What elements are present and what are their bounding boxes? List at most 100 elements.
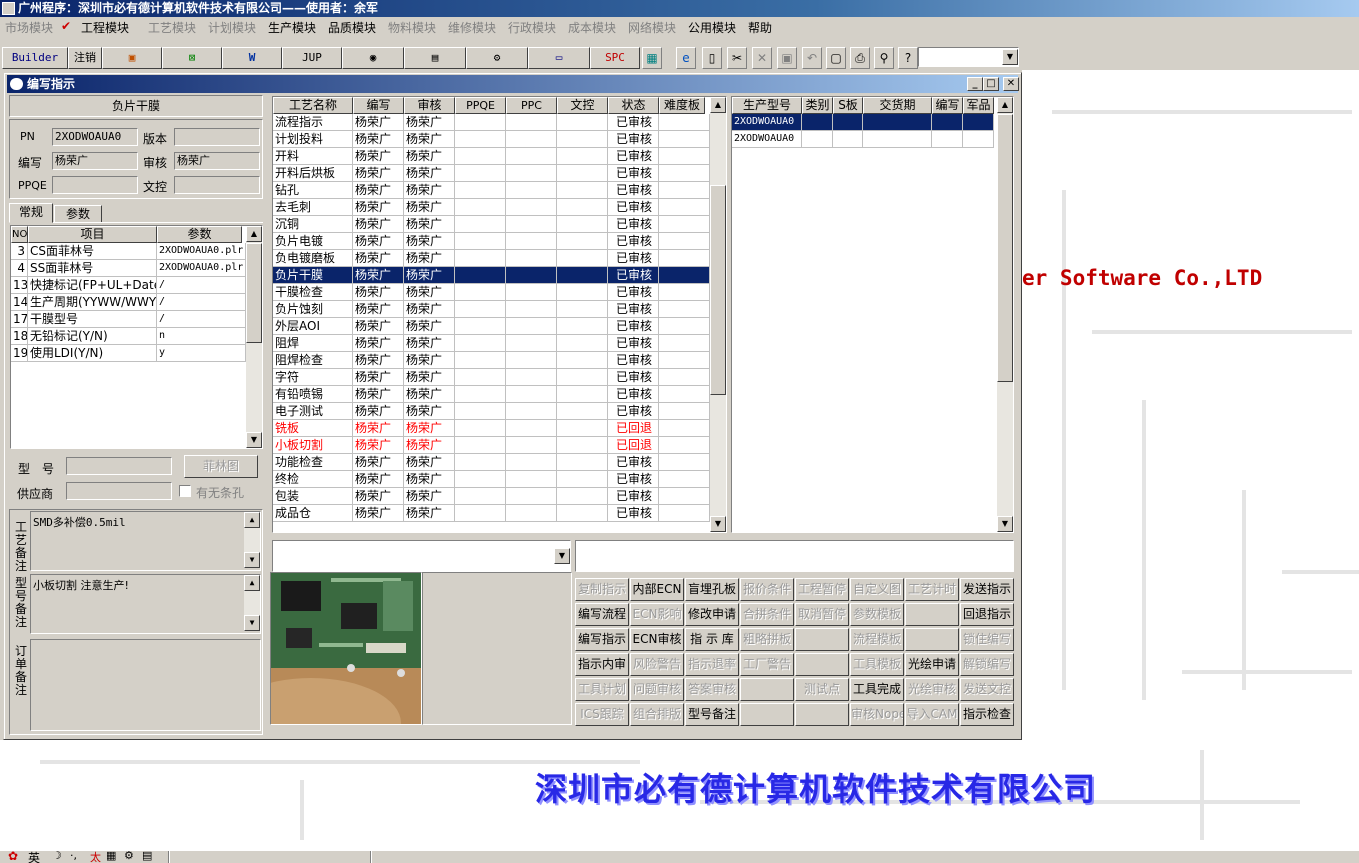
action-button[interactable]: 审核Nope — [850, 703, 904, 726]
scroll-up-icon[interactable]: ▲ — [246, 226, 262, 242]
slot-checkbox[interactable] — [179, 485, 191, 497]
process-note-scrollbar[interactable]: ▲ ▼ — [244, 512, 260, 568]
action-button[interactable]: 复制指示 — [575, 578, 629, 601]
table-row[interactable]: 13 快捷标记(FP+UL+DateC / — [11, 277, 246, 294]
menu-plan[interactable]: 计划模块 — [208, 19, 256, 36]
action-button[interactable] — [795, 703, 849, 726]
author-field[interactable]: 杨荣广 — [52, 152, 138, 170]
action-button[interactable]: 指 示 库 — [685, 628, 739, 651]
new-file-icon[interactable]: ▯ — [702, 47, 722, 69]
menu-common[interactable]: 公用模块 — [688, 19, 736, 36]
table-row[interactable]: 成品仓 杨荣广 杨荣广 已审核 — [273, 505, 710, 522]
model-header-category[interactable]: 类别 — [802, 97, 833, 114]
action-button[interactable]: 修改申请 — [685, 603, 739, 626]
excel-icon[interactable]: ⊠ — [162, 47, 222, 69]
table-row[interactable]: 3 CS面菲林号 2XODWOAUA0.plr — [11, 243, 246, 260]
action-button[interactable]: 指示退率 — [685, 653, 739, 676]
table-row[interactable]: 电子测试 杨荣广 杨荣广 已审核 — [273, 403, 710, 420]
action-button[interactable]: 工具模板 — [850, 653, 904, 676]
menu-repair[interactable]: 维修模块 — [448, 19, 496, 36]
params-header-value[interactable]: 参数 — [157, 226, 242, 243]
menu-cost[interactable]: 成本模块 — [568, 19, 616, 36]
logout-button[interactable]: 注销 — [68, 47, 102, 69]
action-button[interactable]: 工厂警告 — [740, 653, 794, 676]
table-row[interactable]: 字符 杨荣广 杨荣广 已审核 — [273, 369, 710, 386]
reviewer-field[interactable]: 杨荣广 — [174, 152, 260, 170]
table-row[interactable]: 开料 杨荣广 杨荣广 已审核 — [273, 148, 710, 165]
action-button[interactable] — [795, 628, 849, 651]
action-button[interactable]: 型号备注 — [685, 703, 739, 726]
action-button[interactable]: 光绘审核 — [905, 678, 959, 701]
process-detail-combo[interactable]: ▼ — [272, 540, 571, 572]
action-button[interactable]: 编写指示 — [575, 628, 629, 651]
word-icon[interactable]: W — [222, 47, 282, 69]
table-row[interactable]: 负电镀磨板 杨荣广 杨荣广 已审核 — [273, 250, 710, 267]
ime-moon-icon[interactable]: ☽ — [52, 849, 62, 862]
menu-help[interactable]: 帮助 — [748, 19, 772, 36]
menu-network[interactable]: 网络模块 — [628, 19, 676, 36]
process-header-reviewer[interactable]: 审核 — [404, 97, 455, 114]
scroll-thumb[interactable] — [246, 243, 262, 343]
action-button[interactable]: 回退指示 — [960, 603, 1014, 626]
builder-button[interactable]: Builder — [2, 47, 68, 69]
preview-icon[interactable]: ▢ — [826, 47, 846, 69]
action-button[interactable]: 内部ECN — [630, 578, 684, 601]
ime-icon[interactable]: ✿ — [8, 849, 18, 863]
scroll-up-icon[interactable]: ▲ — [997, 97, 1013, 113]
action-button[interactable] — [795, 653, 849, 676]
table-row[interactable]: 18 无铅标记(Y/N) n — [11, 328, 246, 345]
table-row[interactable]: 有铅喷锡 杨荣广 杨荣广 已审核 — [273, 386, 710, 403]
model-header-military[interactable]: 军品 — [963, 97, 994, 114]
action-button[interactable]: 编写流程 — [575, 603, 629, 626]
ie-icon[interactable]: e — [676, 47, 696, 69]
process-header-doc[interactable]: 文控 — [557, 97, 608, 114]
action-button[interactable]: 指示内审 — [575, 653, 629, 676]
menu-engineering[interactable]: 工程模块 — [81, 19, 129, 36]
chevron-down-icon[interactable]: ▼ — [554, 548, 570, 564]
action-button[interactable]: 答案审核 — [685, 678, 739, 701]
params-header-item[interactable]: 项目 — [28, 226, 157, 243]
find-icon[interactable]: ⚲ — [874, 47, 894, 69]
keyboard-icon[interactable]: ▦ — [106, 849, 116, 862]
model-note-scrollbar[interactable]: ▲ ▼ — [244, 575, 260, 631]
table-row[interactable]: 14 生产周期(YYWW/WWYY) / — [11, 294, 246, 311]
action-button[interactable]: 流程模板 — [850, 628, 904, 651]
table-row[interactable]: 阻焊 杨荣广 杨荣广 已审核 — [273, 335, 710, 352]
process-header-name[interactable]: 工艺名称 — [273, 97, 353, 114]
help-icon[interactable]: ? — [898, 47, 918, 69]
action-button[interactable]: 问题审核 — [630, 678, 684, 701]
table-row[interactable]: 小板切割 杨荣广 杨荣广 已回退 — [273, 437, 710, 454]
table-row[interactable]: 包装 杨荣广 杨荣广 已审核 — [273, 488, 710, 505]
chevron-down-icon[interactable]: ▼ — [1002, 49, 1018, 65]
model-header-sboard[interactable]: S板 — [833, 97, 863, 114]
action-button[interactable]: 取消暂停 — [795, 603, 849, 626]
action-button[interactable]: ECN审核 — [630, 628, 684, 651]
action-button[interactable] — [740, 678, 794, 701]
process-header-status[interactable]: 状态 — [608, 97, 659, 114]
action-button[interactable]: 组合排版 — [630, 703, 684, 726]
table-row[interactable]: 计划投料 杨荣广 杨荣广 已审核 — [273, 131, 710, 148]
action-button[interactable]: 指示检查 — [960, 703, 1014, 726]
model-scrollbar[interactable]: ▲ ▼ — [997, 97, 1013, 532]
maximize-button[interactable]: □ — [983, 77, 999, 91]
order-note[interactable] — [30, 639, 261, 731]
scroll-up-icon[interactable]: ▲ — [244, 575, 260, 591]
model-field[interactable] — [66, 457, 172, 475]
ppqe-field[interactable] — [52, 176, 138, 194]
action-button[interactable]: 解锁编写 — [960, 653, 1014, 676]
action-button[interactable]: 工艺计时 — [905, 578, 959, 601]
action-button[interactable] — [905, 603, 959, 626]
action-button[interactable]: 工具完成 — [850, 678, 904, 701]
process-header-author[interactable]: 编写 — [353, 97, 404, 114]
eye-icon[interactable]: ◉ — [342, 47, 404, 69]
ime-help-icon[interactable]: ▤ — [142, 849, 152, 862]
process-header-difficulty[interactable]: 难度板 — [659, 97, 705, 114]
minimize-button[interactable]: _ — [967, 77, 983, 91]
doc-field[interactable] — [174, 176, 260, 194]
table-row[interactable]: 干膜检查 杨荣广 杨荣广 已审核 — [273, 284, 710, 301]
print-icon[interactable]: ⎙ — [850, 47, 870, 69]
process-header-ppqe[interactable]: PPQE — [455, 97, 506, 114]
network-icon[interactable]: ⚙ — [466, 47, 528, 69]
table-row[interactable]: 沉铜 杨荣广 杨荣广 已审核 — [273, 216, 710, 233]
scroll-down-icon[interactable]: ▼ — [997, 516, 1013, 532]
